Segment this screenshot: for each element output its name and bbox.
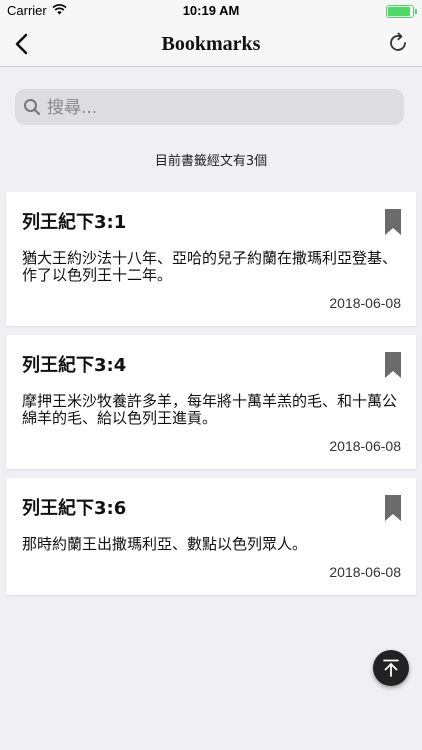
verse-reference: 列王紀下3:4 (22, 355, 127, 376)
verse-text: 猶大王約沙法十八年、亞哈的兒子約蘭在撒瑪利亞登基、作了以色列王十二年。 (22, 249, 398, 284)
verse-reference: 列王紀下3:1 (22, 212, 127, 233)
status-time: 10:19 AM (182, 3, 240, 18)
search-box[interactable] (15, 89, 404, 125)
status-bar: Carrier 10:19 AM (0, 0, 422, 22)
bookmark-icon[interactable] (385, 352, 401, 378)
bookmark-card[interactable]: 列王紀下3:4 摩押王米沙牧養許多羊，每年將十萬羊羔的毛、和十萬公綿羊的毛、給以… (6, 335, 416, 469)
search-icon (24, 99, 41, 116)
bookmark-icon[interactable] (385, 495, 401, 521)
navigation-bar: Bookmarks (0, 22, 422, 67)
page-title: Bookmarks (161, 33, 261, 55)
bookmark-card[interactable]: 列王紀下3:1 猶大王約沙法十八年、亞哈的兒子約蘭在撒瑪利亞登基、作了以色列王十… (6, 192, 416, 326)
scroll-to-top-button[interactable] (373, 650, 409, 686)
battery-icon (386, 5, 417, 18)
bookmark-date: 2018-06-08 (329, 438, 401, 454)
bookmark-date: 2018-06-08 (329, 564, 401, 580)
search-area (0, 76, 422, 140)
arrow-up-icon (383, 659, 399, 677)
verse-reference: 列王紀下3:6 (22, 498, 127, 519)
verse-text: 那時約蘭王出撒瑪利亞、數點以色列眾人。 (22, 535, 308, 553)
bookmark-icon[interactable] (385, 209, 401, 235)
refresh-button[interactable] (386, 31, 410, 55)
search-input[interactable] (45, 95, 399, 121)
bookmark-card[interactable]: 列王紀下3:6 那時約蘭王出撒瑪利亞、數點以色列眾人。 2018-06-08 (6, 478, 416, 595)
verse-text: 摩押王米沙牧養許多羊，每年將十萬羊羔的毛、和十萬公綿羊的毛、給以色列王進貢。 (22, 392, 398, 427)
bookmark-date: 2018-06-08 (329, 295, 401, 311)
bookmark-count-label: 目前書籤經文有3個 (154, 154, 268, 169)
